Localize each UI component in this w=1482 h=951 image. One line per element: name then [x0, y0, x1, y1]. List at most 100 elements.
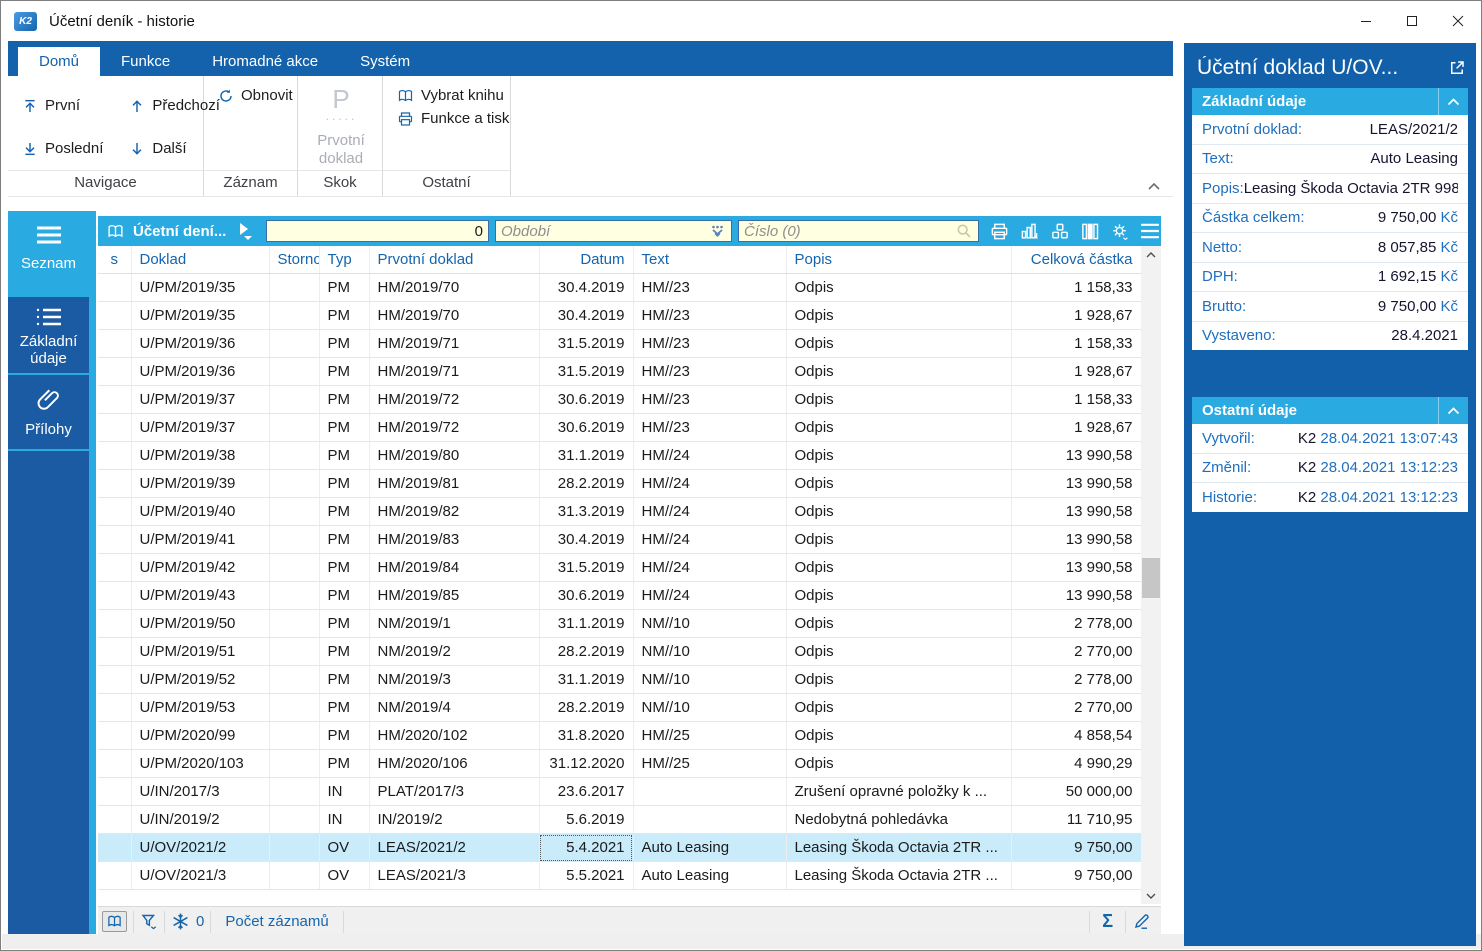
- column-header-5[interactable]: Prvotní doklad: [369, 246, 539, 274]
- column-header-2[interactable]: Doklad: [131, 246, 269, 274]
- section-header-zakladni-udaje[interactable]: Základní údaje: [1192, 88, 1468, 115]
- table-cell: U/PM/2019/51: [131, 638, 269, 666]
- table-row[interactable]: U/PM/2019/36PMHM/2019/7131.5.2019HM//23O…: [98, 330, 1141, 358]
- table-cell: PM: [319, 722, 369, 750]
- table-row[interactable]: U/PM/2019/52PMNM/2019/331.1.2019NM//10Od…: [98, 666, 1141, 694]
- table-row[interactable]: U/OV/2021/2OVLEAS/2021/25.4.2021Auto Lea…: [98, 834, 1141, 862]
- chevron-up-icon[interactable]: [1438, 88, 1468, 115]
- column-header-4[interactable]: Typ: [319, 246, 369, 274]
- tab-hromadne-akce[interactable]: Hromadné akce: [191, 47, 339, 76]
- expand-arrow-icon[interactable]: [236, 223, 252, 240]
- table-row[interactable]: U/PM/2020/99PMHM/2020/10231.8.2020HM//25…: [98, 722, 1141, 750]
- table-cell: 28.2.2019: [539, 694, 633, 722]
- table-row[interactable]: U/PM/2019/39PMHM/2019/8128.2.2019HM//24O…: [98, 470, 1141, 498]
- table-row[interactable]: U/PM/2019/37PMHM/2019/7230.6.2019HM//23O…: [98, 386, 1141, 414]
- book-view-button[interactable]: [102, 911, 127, 932]
- pencil-edit-icon[interactable]: [1132, 912, 1151, 931]
- close-button[interactable]: [1435, 1, 1481, 41]
- table-row[interactable]: U/PM/2019/41PMHM/2019/8330.4.2019HM//24O…: [98, 526, 1141, 554]
- table-row[interactable]: U/PM/2019/53PMNM/2019/428.2.2019NM//10Od…: [98, 694, 1141, 722]
- table-cell: PM: [319, 694, 369, 722]
- column-header-3[interactable]: Storno: [269, 246, 319, 274]
- functions-print-button[interactable]: Funkce a tisk: [391, 107, 504, 130]
- column-header-1[interactable]: s: [98, 246, 131, 274]
- chevron-up-icon[interactable]: [1438, 397, 1468, 424]
- first-button[interactable]: První: [16, 84, 109, 127]
- table-row[interactable]: U/PM/2019/37PMHM/2019/7230.6.2019HM//23O…: [98, 414, 1141, 442]
- scrollbar-thumb[interactable]: [1142, 558, 1160, 598]
- table-cell: HM//23: [633, 330, 786, 358]
- cubes-icon[interactable]: [1049, 222, 1071, 241]
- columns-icon[interactable]: [1080, 222, 1100, 241]
- book-icon[interactable]: [106, 223, 125, 240]
- column-header-7[interactable]: Text: [633, 246, 786, 274]
- table-cell: U/PM/2019/41: [131, 526, 269, 554]
- scroll-down-icon[interactable]: [1141, 887, 1161, 904]
- vertical-scrollbar[interactable]: [1141, 246, 1161, 904]
- section-header-ostatni-udaje[interactable]: Ostatní údaje: [1192, 397, 1468, 424]
- counter-input[interactable]: [266, 220, 489, 242]
- table-row[interactable]: U/PM/2019/42PMHM/2019/8431.5.2019HM//24O…: [98, 554, 1141, 582]
- column-header-6[interactable]: Datum: [539, 246, 633, 274]
- table-row[interactable]: U/OV/2021/3OVLEAS/2021/35.5.2021Auto Lea…: [98, 862, 1141, 890]
- table-row[interactable]: U/PM/2019/36PMHM/2019/7131.5.2019HM//23O…: [98, 358, 1141, 386]
- table-row[interactable]: U/PM/2019/51PMNM/2019/228.2.2019NM//10Od…: [98, 638, 1141, 666]
- table-cell: [269, 834, 319, 862]
- printer-icon[interactable]: [989, 222, 1010, 241]
- table-cell: Auto Leasing: [633, 834, 786, 862]
- table-row[interactable]: U/PM/2019/35PMHM/2019/7030.4.2019HM//23O…: [98, 302, 1141, 330]
- external-link-icon[interactable]: [1448, 59, 1466, 77]
- table-cell: 30.4.2019: [539, 526, 633, 554]
- table-row[interactable]: U/IN/2019/2ININ/2019/25.6.2019Nedobytná …: [98, 806, 1141, 834]
- maximize-button[interactable]: [1389, 1, 1435, 41]
- table-cell: NM/2019/2: [369, 638, 539, 666]
- table-cell: 13 990,58: [1011, 470, 1141, 498]
- minimize-button[interactable]: [1343, 1, 1389, 41]
- number-search-input[interactable]: [738, 220, 979, 242]
- table-cell: 1 928,67: [1011, 302, 1141, 330]
- table-row[interactable]: U/PM/2019/43PMHM/2019/8530.6.2019HM//24O…: [98, 582, 1141, 610]
- sigma-sum-icon[interactable]: Σ: [1102, 911, 1113, 932]
- table-row[interactable]: U/PM/2019/50PMNM/2019/131.1.2019NM//10Od…: [98, 610, 1141, 638]
- table-row[interactable]: U/PM/2019/38PMHM/2019/8031.1.2019HM//24O…: [98, 442, 1141, 470]
- select-book-button[interactable]: Vybrat knihu: [391, 84, 504, 107]
- sidebar-item-zakladni-udaje[interactable]: Základní údaje: [8, 297, 89, 373]
- table-cell: HM/2019/84: [369, 554, 539, 582]
- source-document-button[interactable]: P ····· Prvotní doklad: [306, 84, 376, 168]
- refresh-button[interactable]: Obnovit: [212, 84, 291, 107]
- data-grid: sDokladStornoTypPrvotní dokladDatumTextP…: [98, 246, 1141, 890]
- column-header-8[interactable]: Popis: [786, 246, 1011, 274]
- column-header-9[interactable]: Celková částka: [1011, 246, 1141, 274]
- tab-domu[interactable]: Domů: [18, 47, 100, 76]
- table-row[interactable]: U/PM/2020/103PMHM/2020/10631.12.2020HM//…: [98, 750, 1141, 778]
- tab-funkce[interactable]: Funkce: [100, 47, 191, 76]
- table-cell: HM/2019/82: [369, 498, 539, 526]
- filter-dropdown-icon[interactable]: [710, 225, 725, 237]
- menu-icon[interactable]: [1139, 223, 1161, 239]
- funnel-filter-icon[interactable]: [140, 912, 158, 931]
- ribbon-collapse-chevron-icon[interactable]: [1147, 182, 1161, 191]
- ribbon-group-zaznam: Obnovit Záznam: [204, 76, 298, 196]
- sidebar-item-prilohy[interactable]: Přílohy: [8, 375, 89, 449]
- snowflake-icon[interactable]: [171, 912, 190, 931]
- period-input[interactable]: [495, 220, 732, 242]
- table-cell: [269, 414, 319, 442]
- table-cell: [98, 330, 131, 358]
- section-body-zakladni-udaje: Prvotní doklad:LEAS/2021/2Text:Auto Leas…: [1192, 115, 1468, 350]
- table-cell: U/PM/2019/37: [131, 414, 269, 442]
- sidebar-item-seznam[interactable]: Seznam: [8, 211, 89, 295]
- table-cell: 30.4.2019: [539, 302, 633, 330]
- book-title: Účetní dení...: [133, 223, 226, 240]
- table-cell: Odpis: [786, 582, 1011, 610]
- table-row[interactable]: U/PM/2019/35PMHM/2019/7030.4.2019HM//23O…: [98, 274, 1141, 302]
- table-row[interactable]: U/PM/2019/40PMHM/2019/8231.3.2019HM//24O…: [98, 498, 1141, 526]
- tab-system[interactable]: Systém: [339, 47, 431, 76]
- table-row[interactable]: U/IN/2017/3INPLAT/2017/323.6.2017Zrušení…: [98, 778, 1141, 806]
- settings-gear-icon[interactable]: [1109, 222, 1130, 241]
- scroll-up-icon[interactable]: [1141, 246, 1161, 263]
- table-cell: HM/2019/81: [369, 470, 539, 498]
- table-cell: Odpis: [786, 610, 1011, 638]
- table-cell: NM/2019/1: [369, 610, 539, 638]
- last-button[interactable]: Poslední: [16, 127, 109, 170]
- chart-icon[interactable]: [1019, 222, 1040, 241]
